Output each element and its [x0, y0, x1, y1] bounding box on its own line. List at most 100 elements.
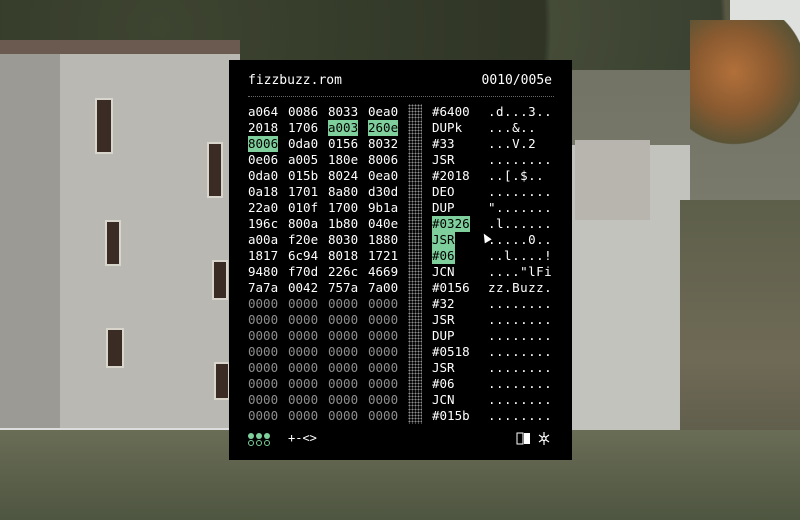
- hex-word[interactable]: 015b: [288, 168, 318, 184]
- hex-word[interactable]: 0000: [248, 376, 278, 392]
- hex-word[interactable]: 800a: [288, 216, 318, 232]
- hex-word[interactable]: 8033: [328, 104, 358, 120]
- hex-word[interactable]: 8030: [328, 232, 358, 248]
- hex-word[interactable]: f70d: [288, 264, 318, 280]
- opcode-label[interactable]: JSR: [432, 312, 455, 328]
- hex-word[interactable]: 0000: [288, 408, 318, 424]
- hex-word[interactable]: 0000: [368, 376, 398, 392]
- hex-word[interactable]: 0000: [288, 328, 318, 344]
- opcode-label[interactable]: #06: [432, 376, 455, 392]
- hex-word[interactable]: a00a: [248, 232, 278, 248]
- mode-dot[interactable]: [248, 440, 254, 446]
- hex-word[interactable]: 040e: [368, 216, 398, 232]
- hex-word[interactable]: 0000: [328, 296, 358, 312]
- hex-word[interactable]: 0000: [328, 376, 358, 392]
- hex-word[interactable]: 0000: [288, 360, 318, 376]
- hex-word[interactable]: f20e: [288, 232, 318, 248]
- rom-viewer-window[interactable]: fizzbuzz.rom 0010/005e a064 0086 8033 0ea0 #…: [229, 60, 572, 460]
- hex-word[interactable]: 2018: [248, 120, 278, 136]
- hex-word[interactable]: 0000: [328, 360, 358, 376]
- hex-word[interactable]: 0000: [288, 392, 318, 408]
- hex-word[interactable]: 0000: [248, 344, 278, 360]
- opcode-label[interactable]: #6400: [432, 104, 470, 120]
- hex-word[interactable]: 757a: [328, 280, 358, 296]
- hex-word[interactable]: 0000: [368, 328, 398, 344]
- opcode-label[interactable]: DUPk: [432, 120, 462, 136]
- hex-word[interactable]: 260e: [368, 120, 399, 136]
- hex-word[interactable]: 0000: [328, 408, 358, 424]
- hex-word[interactable]: a005: [288, 152, 318, 168]
- opcode-label[interactable]: DUP: [432, 200, 455, 216]
- hex-word[interactable]: 7a7a: [248, 280, 278, 296]
- hex-word[interactable]: 8006: [368, 152, 398, 168]
- hex-word[interactable]: 0000: [248, 296, 278, 312]
- hex-word[interactable]: 9480: [248, 264, 278, 280]
- hex-word[interactable]: 196c: [248, 216, 278, 232]
- hex-word[interactable]: 8006: [248, 136, 279, 152]
- mode-dot[interactable]: [256, 440, 262, 446]
- hex-word[interactable]: 0000: [368, 392, 398, 408]
- opcode-label[interactable]: #0518: [432, 344, 470, 360]
- mode-dot[interactable]: [256, 433, 262, 439]
- hex-word[interactable]: 0000: [288, 312, 318, 328]
- hex-word[interactable]: 0000: [288, 344, 318, 360]
- opcode-label[interactable]: JSR: [432, 232, 455, 248]
- hex-word[interactable]: a003: [328, 120, 359, 136]
- hex-word[interactable]: 0000: [248, 328, 278, 344]
- hex-word[interactable]: 0da0: [288, 136, 318, 152]
- mode-dot[interactable]: [264, 440, 270, 446]
- hex-word[interactable]: 8018: [328, 248, 358, 264]
- hex-word[interactable]: 0000: [288, 296, 318, 312]
- hex-word[interactable]: 22a0: [248, 200, 278, 216]
- hex-word[interactable]: 0ea0: [368, 168, 398, 184]
- opcode-label[interactable]: #33: [432, 136, 455, 152]
- hex-word[interactable]: 0000: [368, 408, 398, 424]
- hex-word[interactable]: 0042: [288, 280, 318, 296]
- hex-word[interactable]: 010f: [288, 200, 318, 216]
- memory-bank-icon[interactable]: [516, 431, 554, 447]
- opcode-label[interactable]: JSR: [432, 152, 455, 168]
- hex-word[interactable]: 8032: [368, 136, 398, 152]
- hex-word[interactable]: 1706: [288, 120, 318, 136]
- hex-word[interactable]: d30d: [368, 184, 398, 200]
- hex-word[interactable]: 1b80: [328, 216, 358, 232]
- hex-word[interactable]: 1701: [288, 184, 318, 200]
- hex-word[interactable]: 4669: [368, 264, 398, 280]
- hex-word[interactable]: 0000: [328, 344, 358, 360]
- hex-word[interactable]: 0000: [248, 360, 278, 376]
- hex-word[interactable]: a064: [248, 104, 278, 120]
- hex-word[interactable]: 226c: [328, 264, 358, 280]
- hex-word[interactable]: 6c94: [288, 248, 318, 264]
- hex-word[interactable]: 0000: [248, 312, 278, 328]
- sun-icon[interactable]: [538, 432, 550, 445]
- hex-word[interactable]: 1721: [368, 248, 398, 264]
- opcode-label[interactable]: #06: [432, 248, 455, 264]
- opcode-label[interactable]: JSR: [432, 360, 455, 376]
- opcode-label[interactable]: JCN: [432, 264, 455, 280]
- hex-word[interactable]: 8024: [328, 168, 358, 184]
- hex-word[interactable]: 0000: [248, 408, 278, 424]
- hex-word[interactable]: 180e: [328, 152, 358, 168]
- opcode-label[interactable]: DEO: [432, 184, 455, 200]
- hex-word[interactable]: 0000: [328, 392, 358, 408]
- hex-word[interactable]: 0000: [328, 328, 358, 344]
- hex-word[interactable]: 0156: [328, 136, 358, 152]
- hex-word[interactable]: 0000: [248, 392, 278, 408]
- mode-indicator[interactable]: [248, 432, 272, 446]
- opcode-label[interactable]: #0156: [432, 280, 470, 296]
- hex-word[interactable]: 0ea0: [368, 104, 398, 120]
- hex-word[interactable]: 0a18: [248, 184, 278, 200]
- opcode-label[interactable]: JCN: [432, 392, 455, 408]
- hex-word[interactable]: 7a00: [368, 280, 398, 296]
- hex-word[interactable]: 0086: [288, 104, 318, 120]
- opcode-label[interactable]: #2018: [432, 168, 470, 184]
- hex-word[interactable]: 0000: [368, 296, 398, 312]
- mode-dot[interactable]: [264, 433, 270, 439]
- opcode-label[interactable]: DUP: [432, 328, 455, 344]
- hex-word[interactable]: 0da0: [248, 168, 278, 184]
- opcode-label[interactable]: #015b: [432, 408, 470, 424]
- hex-word[interactable]: 1880: [368, 232, 398, 248]
- hex-word[interactable]: 8a80: [328, 184, 358, 200]
- hex-word[interactable]: 0000: [288, 376, 318, 392]
- opcode-label[interactable]: #0326: [432, 216, 470, 232]
